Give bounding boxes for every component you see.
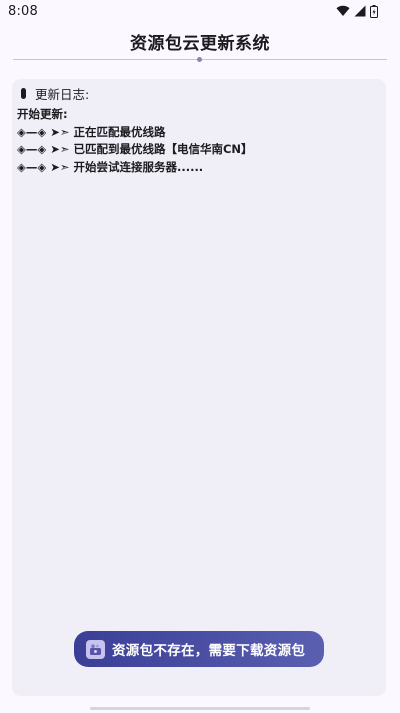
divider-dot — [197, 57, 202, 62]
log-line: 开始更新: — [17, 107, 68, 121]
status-icons — [336, 4, 378, 18]
wifi-icon — [336, 5, 350, 17]
log-line: ◈—◈ ➤➣ 正在匹配最优线路 — [17, 124, 166, 139]
log-line: ◈—◈ ➤➣ 已匹配到最优线路【电信华南CN】 — [17, 142, 253, 156]
log-panel[interactable]: 更新日志: 开始更新: ◈—◈ ➤➣ 正在匹配最优线路 ◈—◈ ➤➣ 已匹配到最… — [12, 79, 386, 696]
log-line: ◈—◈ ➤➣ 开始尝试连接服务器...... — [17, 159, 204, 174]
toast-text: 资源包不存在，需要下载资源包 — [112, 643, 306, 659]
log-lines: 开始更新: ◈—◈ ➤➣ 正在匹配最优线路 ◈—◈ ➤➣ 已匹配到最优线路【电信… — [17, 106, 381, 176]
page-title: 资源包云更新系统 — [130, 34, 270, 54]
log-header-label: 更新日志: — [35, 86, 90, 102]
signal-icon — [354, 5, 366, 17]
battery-icon — [370, 4, 378, 18]
app-icon — [86, 639, 105, 659]
log-header: 更新日志: — [21, 85, 381, 102]
status-bar: 8:08 — [0, 0, 400, 22]
status-time: 8:08 — [8, 3, 38, 19]
log-pill-icon — [21, 87, 26, 99]
toast-message: 资源包不存在，需要下载资源包 — [74, 631, 324, 667]
gesture-nav-handle[interactable] — [90, 707, 310, 710]
